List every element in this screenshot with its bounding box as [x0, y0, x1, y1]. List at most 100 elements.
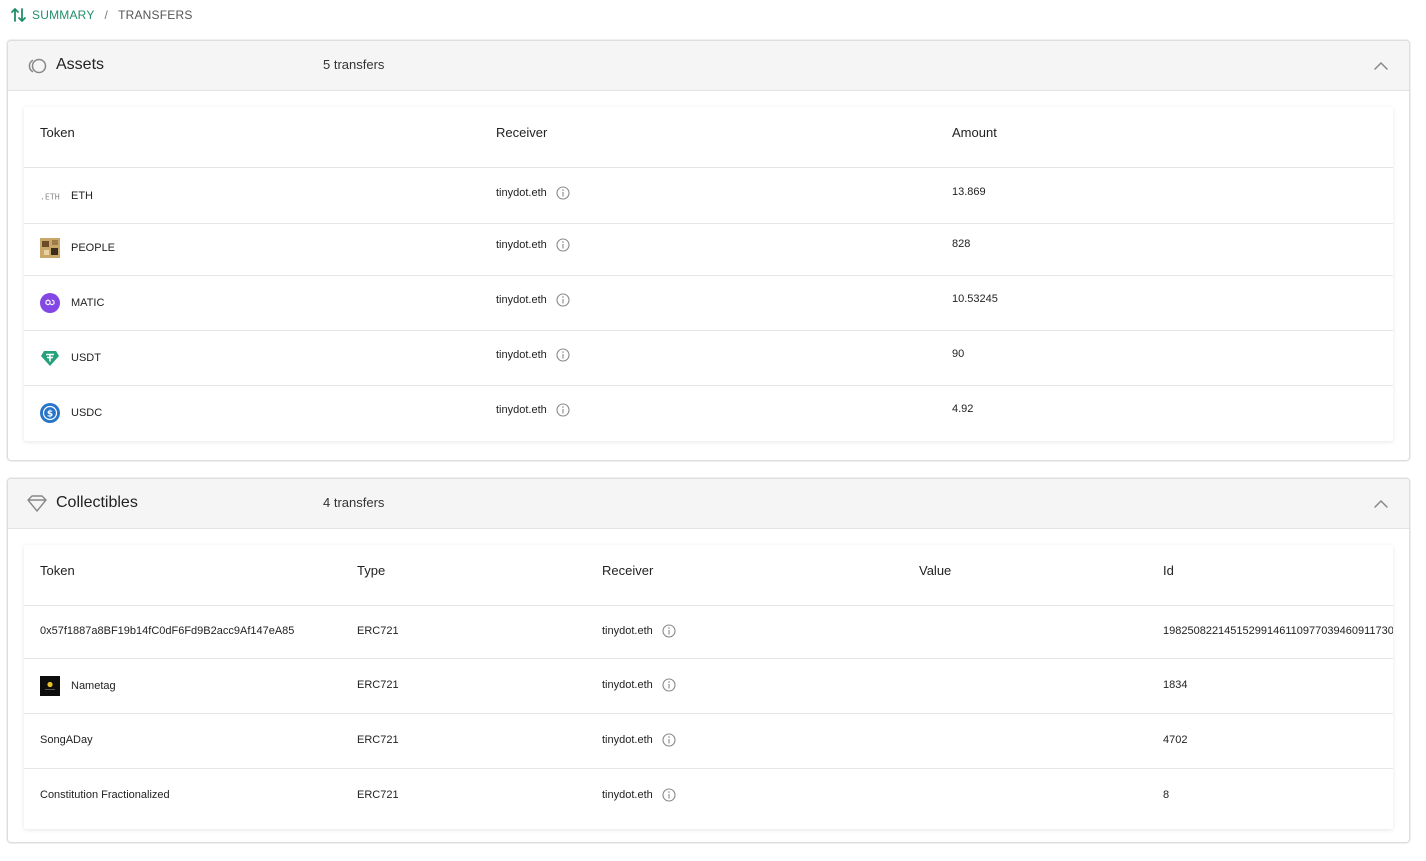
- column-header-receiver[interactable]: Receiver: [496, 125, 547, 140]
- token-name: USDT: [71, 352, 101, 364]
- column-header-receiver[interactable]: Receiver: [602, 563, 653, 578]
- info-icon[interactable]: [556, 186, 570, 200]
- receiver-cell: tinydot.eth: [602, 678, 676, 692]
- info-icon[interactable]: [556, 238, 570, 252]
- assets-panel: Assets 5 transfers Token Receiver Amount…: [7, 40, 1410, 461]
- table-row[interactable]: Nametag ERC721 tinydot.eth 1834: [24, 659, 1393, 714]
- table-row[interactable]: PEOPLE tinydot.eth 828: [24, 224, 1393, 276]
- type-cell: ERC721: [357, 679, 399, 691]
- amount-cell: 10.53245: [952, 293, 998, 305]
- table-row[interactable]: .ETH ETH tinydot.eth 13.869: [24, 168, 1393, 224]
- transfer-arrows-icon: [10, 7, 28, 23]
- info-icon[interactable]: [556, 403, 570, 417]
- chevron-up-icon[interactable]: [1373, 496, 1389, 512]
- info-icon[interactable]: [662, 624, 676, 638]
- token-cell: MATIC: [40, 293, 104, 313]
- collectibles-table: Token Type Receiver Value Id 0x57f1887a8…: [24, 545, 1393, 829]
- amount-cell: 828: [952, 238, 971, 250]
- table-row[interactable]: 0x57f1887a8BF19b14fC0dF6Fd9B2acc9Af147eA…: [24, 606, 1393, 659]
- type-cell: ERC721: [357, 789, 399, 801]
- table-row[interactable]: MATIC tinydot.eth 10.53245: [24, 276, 1393, 331]
- receiver-link[interactable]: tinydot.eth: [496, 349, 547, 361]
- collectibles-title: Collectibles: [56, 494, 138, 511]
- people-icon: [40, 238, 60, 258]
- receiver-link[interactable]: tinydot.eth: [602, 679, 653, 691]
- assets-panel-header[interactable]: Assets 5 transfers: [8, 41, 1409, 91]
- collectibles-table-header: Token Type Receiver Value Id: [24, 545, 1393, 606]
- matic-icon: [40, 293, 60, 313]
- assets-table: Token Receiver Amount .ETH ETH tinydot.e…: [24, 107, 1393, 441]
- token-name: USDC: [71, 407, 103, 419]
- id-cell: 8: [1163, 789, 1170, 801]
- type-cell: ERC721: [357, 625, 399, 637]
- id-cell: 1834: [1163, 679, 1188, 691]
- receiver-link[interactable]: tinydot.eth: [602, 734, 653, 746]
- token-cell: SongADay: [40, 734, 93, 746]
- token-name: ETH: [71, 190, 93, 202]
- collectibles-panel-header[interactable]: Collectibles 4 transfers: [8, 479, 1409, 529]
- chevron-up-icon[interactable]: [1373, 58, 1389, 74]
- eth-icon: .ETH: [40, 186, 60, 206]
- info-icon[interactable]: [556, 293, 570, 307]
- id-cell: 4702: [1163, 734, 1188, 746]
- table-row[interactable]: $ USDC tinydot.eth 4.92: [24, 386, 1393, 441]
- receiver-link[interactable]: tinydot.eth: [496, 294, 547, 306]
- token-cell: $ USDC: [40, 403, 102, 423]
- receiver-cell: tinydot.eth: [602, 788, 676, 802]
- assets-title: Assets: [56, 56, 105, 73]
- breadcrumb-current: TRANSFERS: [118, 8, 193, 22]
- column-header-token[interactable]: Token: [40, 125, 75, 140]
- info-icon[interactable]: [662, 733, 676, 747]
- assets-table-header: Token Receiver Amount: [24, 107, 1393, 168]
- token-name: Nametag: [71, 680, 116, 692]
- column-header-value[interactable]: Value: [919, 563, 951, 578]
- amount-cell: 13.869: [952, 186, 986, 198]
- token-cell: Constitution Fractionalized: [40, 789, 170, 801]
- type-cell: ERC721: [357, 734, 399, 746]
- receiver-cell: tinydot.eth: [496, 186, 570, 200]
- info-icon[interactable]: [662, 788, 676, 802]
- usdt-icon: [40, 348, 60, 368]
- amount-cell: 4.92: [952, 403, 974, 415]
- nametag-icon: [40, 676, 60, 696]
- token-name: MATIC: [71, 297, 105, 309]
- receiver-link[interactable]: tinydot.eth: [602, 789, 653, 801]
- receiver-cell: tinydot.eth: [496, 403, 570, 417]
- receiver-link[interactable]: tinydot.eth: [496, 404, 547, 416]
- token-cell: Nametag: [40, 676, 116, 696]
- breadcrumb-separator: /: [104, 8, 109, 22]
- id-cell: 198250822145152991461109770394609117304: [1163, 625, 1393, 637]
- table-row[interactable]: USDT tinydot.eth 90: [24, 331, 1393, 386]
- column-header-type[interactable]: Type: [357, 563, 385, 578]
- token-cell: .ETH ETH: [40, 186, 93, 206]
- column-header-amount[interactable]: Amount: [952, 125, 997, 140]
- column-header-id[interactable]: Id: [1163, 563, 1174, 578]
- receiver-cell: tinydot.eth: [602, 733, 676, 747]
- info-icon[interactable]: [556, 348, 570, 362]
- usdc-icon: $: [40, 403, 60, 423]
- receiver-cell: tinydot.eth: [496, 348, 570, 362]
- receiver-cell: tinydot.eth: [496, 238, 570, 252]
- svg-text:.ETH: .ETH: [40, 192, 60, 202]
- token-cell: 0x57f1887a8BF19b14fC0dF6Fd9B2acc9Af147eA…: [40, 625, 295, 637]
- column-header-token[interactable]: Token: [40, 563, 75, 578]
- diamond-icon: [26, 494, 48, 514]
- svg-text:$: $: [47, 409, 53, 419]
- receiver-link[interactable]: tinydot.eth: [496, 187, 547, 199]
- table-row[interactable]: Constitution Fractionalized ERC721 tinyd…: [24, 769, 1393, 824]
- token-cell: USDT: [40, 348, 101, 368]
- collectibles-transfer-count: 4 transfers: [323, 495, 385, 510]
- token-cell: PEOPLE: [40, 238, 115, 258]
- assets-transfer-count: 5 transfers: [323, 57, 385, 72]
- amount-cell: 90: [952, 348, 965, 360]
- receiver-link[interactable]: tinydot.eth: [602, 625, 653, 637]
- receiver-cell: tinydot.eth: [602, 624, 676, 638]
- receiver-link[interactable]: tinydot.eth: [496, 239, 547, 251]
- collectibles-panel: Collectibles 4 transfers Token Type Rece…: [7, 478, 1410, 843]
- breadcrumb-summary-link[interactable]: SUMMARY: [32, 8, 95, 22]
- table-row[interactable]: SongADay ERC721 tinydot.eth 4702: [24, 714, 1393, 769]
- token-name: PEOPLE: [71, 242, 116, 254]
- info-icon[interactable]: [662, 678, 676, 692]
- receiver-cell: tinydot.eth: [496, 293, 570, 307]
- coins-icon: [26, 56, 48, 76]
